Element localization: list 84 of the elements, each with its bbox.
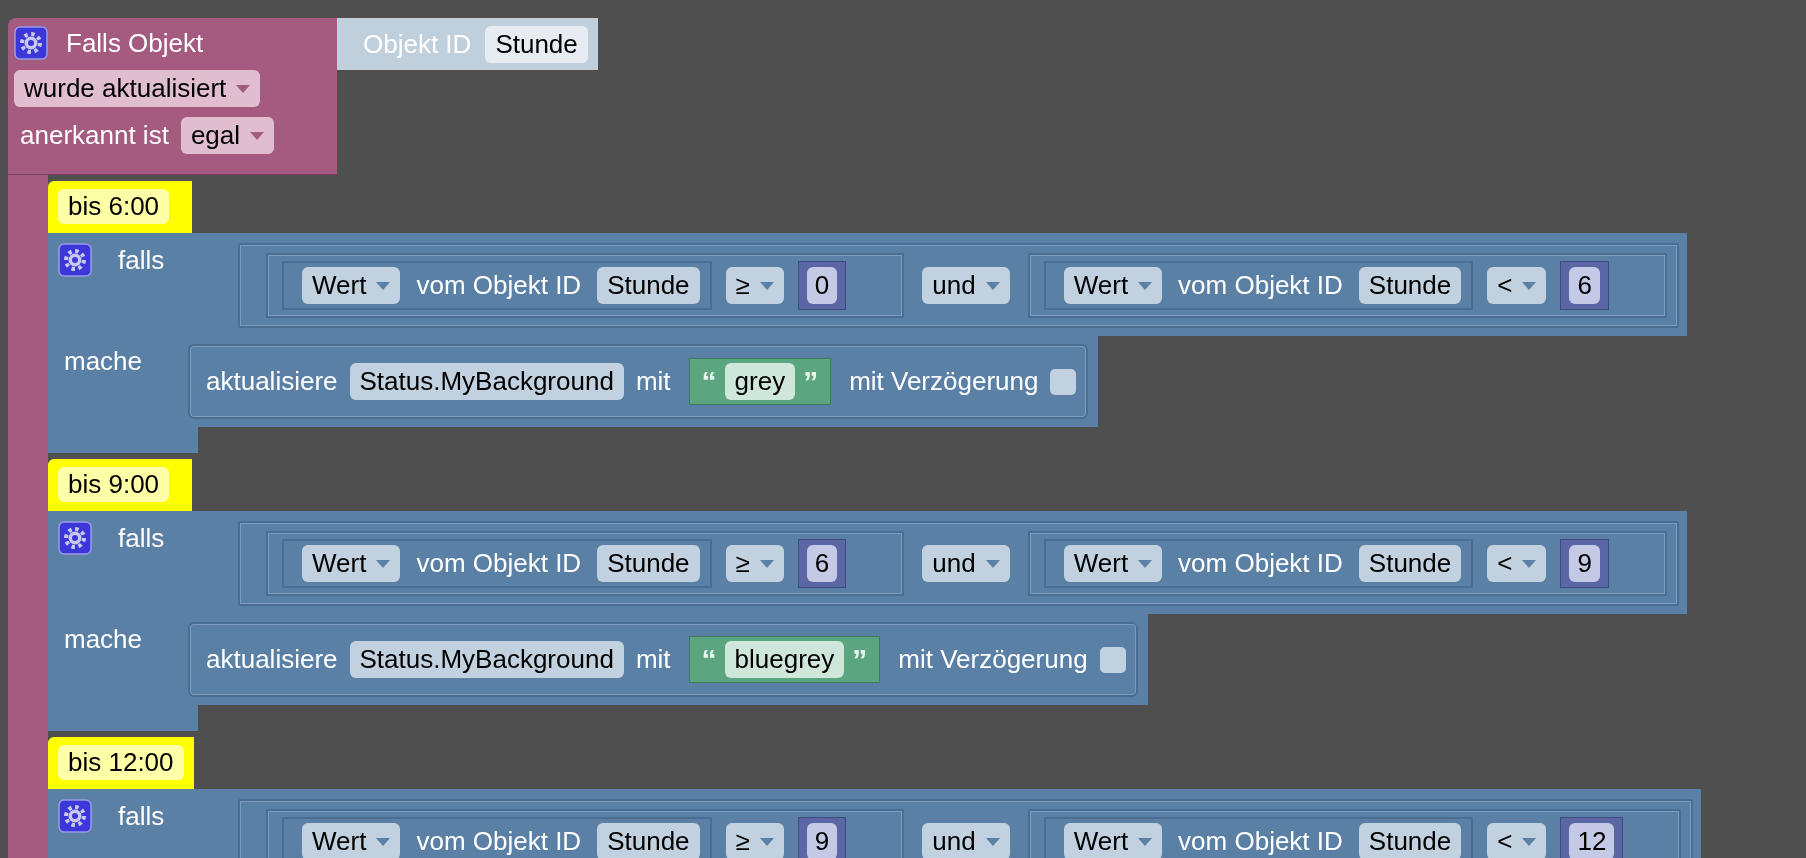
- block-label: anerkannt ist: [19, 120, 169, 151]
- object-field[interactable]: Stunde: [485, 25, 588, 63]
- caret-icon: [1522, 281, 1537, 290]
- caret-icon: [376, 559, 391, 568]
- operator-dropdown[interactable]: ≥: [725, 267, 784, 304]
- comment-text[interactable]: bis 9:00: [58, 467, 170, 502]
- object-field[interactable]: Status.MyBackground: [349, 363, 624, 400]
- block-title: Falls Objekt: [65, 27, 204, 59]
- object-field[interactable]: Stunde: [1358, 267, 1462, 304]
- block-label: falls: [118, 244, 165, 276]
- block-label: Objekt ID: [363, 28, 472, 60]
- quote-mark: ”: [803, 369, 819, 394]
- block-label: aktualisiere: [206, 366, 338, 397]
- number-field[interactable]: 9: [1569, 545, 1600, 582]
- caret-icon: [250, 131, 265, 140]
- quote-mark: “: [701, 369, 717, 394]
- object-field[interactable]: Stunde: [1358, 823, 1462, 858]
- object-field[interactable]: Stunde: [597, 823, 700, 858]
- object-field[interactable]: Stunde: [597, 545, 700, 582]
- caret-icon: [236, 84, 251, 93]
- block-label: falls: [118, 800, 165, 832]
- block-label: mit: [635, 644, 671, 675]
- field-dropdown[interactable]: Wert: [302, 545, 401, 582]
- quote-mark: ”: [852, 647, 868, 672]
- caret-icon: [1138, 281, 1153, 290]
- number-field[interactable]: 0: [806, 267, 838, 304]
- ack-dropdown[interactable]: egal: [180, 117, 275, 154]
- comment-text[interactable]: bis 6:00: [58, 189, 170, 224]
- caret-icon: [1138, 559, 1153, 568]
- object-field[interactable]: Stunde: [1358, 545, 1462, 582]
- block-label: mache: [63, 624, 144, 655]
- caret-icon: [376, 281, 391, 290]
- caret-icon: [759, 837, 774, 846]
- block-label: falls: [118, 522, 165, 554]
- block-label: vom Objekt ID: [416, 548, 582, 579]
- operator-dropdown[interactable]: <: [1487, 267, 1547, 304]
- field-dropdown[interactable]: Wert: [1063, 545, 1163, 582]
- block-label: mit Verzögerung: [898, 644, 1088, 675]
- field-dropdown[interactable]: Wert: [302, 267, 401, 304]
- text-field[interactable]: grey: [724, 363, 796, 400]
- caret-icon: [985, 281, 1000, 290]
- block-label: vom Objekt ID: [416, 826, 582, 857]
- operator-dropdown[interactable]: <: [1487, 823, 1547, 858]
- block-label: vom Objekt ID: [416, 270, 582, 301]
- comment-text[interactable]: bis 12:00: [58, 745, 184, 780]
- checkbox[interactable]: [1050, 368, 1077, 395]
- caret-icon: [985, 837, 1000, 846]
- field-dropdown[interactable]: Wert: [302, 823, 401, 858]
- checkbox[interactable]: [1099, 646, 1126, 673]
- field-dropdown[interactable]: Wert: [1063, 823, 1163, 858]
- caret-icon: [1522, 559, 1537, 568]
- event-dropdown[interactable]: wurde aktualisiert: [14, 70, 261, 107]
- number-field[interactable]: 9: [806, 823, 838, 858]
- operator-dropdown[interactable]: ≥: [725, 823, 784, 858]
- number-field[interactable]: 12: [1569, 823, 1615, 858]
- block-label: vom Objekt ID: [1178, 826, 1343, 857]
- operator-dropdown[interactable]: <: [1487, 545, 1547, 582]
- caret-icon: [759, 559, 774, 568]
- block-label: mit Verzögerung: [849, 366, 1039, 397]
- caret-icon: [1138, 837, 1153, 846]
- block-label: vom Objekt ID: [1178, 548, 1343, 579]
- operator-dropdown[interactable]: ≥: [725, 545, 784, 582]
- caret-icon: [376, 837, 391, 846]
- object-field[interactable]: Status.MyBackground: [349, 641, 624, 678]
- logic-dropdown[interactable]: und: [922, 545, 1010, 582]
- logic-dropdown[interactable]: und: [922, 823, 1010, 858]
- field-dropdown[interactable]: Wert: [1063, 267, 1163, 304]
- caret-icon: [759, 281, 774, 290]
- block-label: mit: [635, 366, 671, 397]
- gear-icon[interactable]: [14, 26, 48, 60]
- block-label: aktualisiere: [206, 644, 338, 675]
- block-label: mache: [63, 346, 144, 377]
- block-label: vom Objekt ID: [1178, 270, 1343, 301]
- quote-mark: “: [701, 647, 717, 672]
- number-field[interactable]: 6: [806, 545, 838, 582]
- caret-icon: [985, 559, 1000, 568]
- text-field[interactable]: bluegrey: [724, 641, 845, 678]
- gear-icon[interactable]: [58, 799, 92, 833]
- caret-icon: [1522, 837, 1537, 846]
- gear-icon[interactable]: [58, 521, 92, 555]
- gear-icon[interactable]: [58, 243, 92, 277]
- logic-dropdown[interactable]: und: [922, 267, 1010, 304]
- object-field[interactable]: Stunde: [597, 267, 700, 304]
- number-field[interactable]: 6: [1569, 267, 1600, 304]
